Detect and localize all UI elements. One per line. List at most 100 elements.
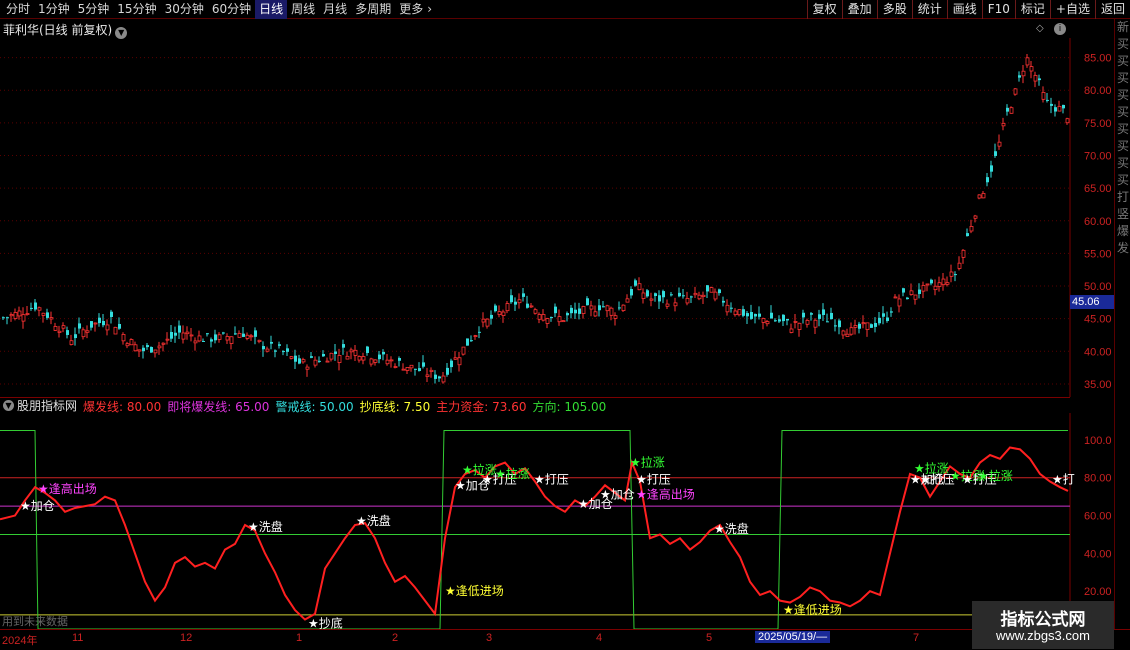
candle bbox=[418, 362, 421, 372]
candle bbox=[366, 345, 369, 356]
signal-label: ★洗盘 bbox=[714, 521, 749, 536]
candle bbox=[337, 348, 342, 371]
candle bbox=[165, 332, 170, 345]
period-tab-3[interactable]: 15分钟 bbox=[113, 0, 160, 19]
date-label: 12 bbox=[180, 632, 193, 644]
candle bbox=[886, 311, 889, 323]
candle bbox=[242, 326, 245, 338]
tool-button-8[interactable]: 返回 bbox=[1094, 0, 1130, 19]
candle bbox=[598, 298, 601, 317]
signal-label: ★打压 bbox=[636, 473, 671, 487]
candle bbox=[197, 330, 202, 343]
candle bbox=[701, 291, 706, 304]
indicator-param-4: 主力资金: 73.60 bbox=[436, 400, 527, 414]
tool-button-7[interactable]: +自选 bbox=[1049, 0, 1095, 19]
candlestick-chart[interactable]: 85.00 80.00 75.00 70.00 65.00 60.00 55.00 50.00… bbox=[0, 38, 1114, 397]
candle bbox=[13, 308, 18, 321]
tool-button-4[interactable]: 画线 bbox=[946, 0, 982, 19]
tool-button-3[interactable]: 统计 bbox=[911, 0, 947, 19]
candle bbox=[137, 349, 142, 357]
tool-button-0[interactable]: 复权 bbox=[806, 0, 842, 19]
candle bbox=[161, 342, 166, 352]
period-tab-1[interactable]: 1分钟 bbox=[34, 0, 74, 19]
candle bbox=[882, 306, 885, 325]
indicator-chart[interactable]: 100.080.0060.0040.0020.00★加仓★逢高出场★洗盘 ★洗盘★… bbox=[0, 413, 1114, 629]
candle bbox=[69, 334, 74, 346]
candle bbox=[202, 338, 205, 342]
chart-title-text: 菲利华(日线 前复权) bbox=[3, 23, 113, 37]
candle bbox=[697, 291, 702, 301]
candle bbox=[349, 347, 354, 360]
tool-button-2[interactable]: 多股 bbox=[876, 0, 912, 19]
candle bbox=[514, 297, 517, 312]
candle bbox=[969, 219, 974, 234]
candle bbox=[414, 368, 417, 376]
side-panel-strip[interactable]: 新买买买买买买买买买打竖爆发 bbox=[1114, 19, 1130, 397]
candle bbox=[225, 333, 230, 345]
candle bbox=[214, 329, 217, 344]
candle bbox=[665, 299, 670, 309]
candle bbox=[945, 276, 950, 287]
y-tick-label: 75.00 bbox=[1084, 118, 1112, 130]
candle bbox=[17, 306, 22, 320]
candle bbox=[189, 328, 194, 342]
candle bbox=[682, 289, 685, 299]
candle bbox=[181, 325, 186, 344]
chevron-right-icon[interactable]: › bbox=[427, 0, 436, 19]
info-icon[interactable]: i bbox=[1054, 23, 1066, 35]
candle bbox=[41, 312, 46, 323]
candle bbox=[481, 312, 486, 328]
candle bbox=[46, 308, 49, 320]
period-tab-8[interactable]: 月线 bbox=[319, 0, 351, 19]
candle bbox=[789, 323, 794, 334]
candle bbox=[786, 318, 789, 326]
candle bbox=[649, 292, 654, 307]
candle bbox=[274, 349, 277, 358]
period-tab-6[interactable]: 日线 bbox=[255, 0, 288, 19]
indicator-name[interactable]: 股朋指标网 bbox=[17, 397, 77, 414]
candle bbox=[693, 286, 698, 299]
candle bbox=[353, 344, 358, 361]
candle bbox=[870, 323, 873, 328]
period-tab-9[interactable]: 多周期 bbox=[351, 0, 395, 19]
tool-button-1[interactable]: 叠加 bbox=[841, 0, 877, 19]
period-tab-4[interactable]: 30分钟 bbox=[161, 0, 208, 19]
candle bbox=[654, 292, 657, 302]
period-tabs: 分时 1分钟 5分钟 15分钟 30分钟 60分钟 日线 周线 月线 多周期 更多 › bbox=[0, 0, 436, 19]
period-tab-2[interactable]: 5分钟 bbox=[74, 0, 114, 19]
tool-button-6[interactable]: 标记 bbox=[1014, 0, 1050, 19]
candle bbox=[373, 359, 378, 366]
candle bbox=[110, 309, 113, 324]
candle bbox=[853, 319, 858, 335]
candle bbox=[1041, 86, 1046, 103]
candle bbox=[621, 304, 626, 312]
side-panel-char: 买 bbox=[1116, 37, 1129, 51]
candle bbox=[961, 248, 966, 264]
candle bbox=[153, 349, 158, 358]
period-tab-10[interactable]: 更多 bbox=[395, 0, 427, 19]
candle bbox=[770, 305, 773, 319]
candle bbox=[1062, 104, 1065, 114]
candle bbox=[429, 367, 434, 378]
date-label: 4 bbox=[596, 632, 603, 644]
candle bbox=[461, 346, 466, 356]
candle bbox=[541, 309, 546, 322]
tool-button-5[interactable]: F10 bbox=[981, 0, 1015, 19]
candle bbox=[9, 312, 14, 322]
period-tab-5[interactable]: 60分钟 bbox=[208, 0, 255, 19]
candle bbox=[609, 306, 614, 321]
side-panel-char: 打 bbox=[1116, 190, 1129, 204]
diamond-icon[interactable]: ◇ bbox=[1036, 23, 1044, 34]
candle bbox=[954, 271, 957, 282]
collapse-icon[interactable]: ▼ bbox=[3, 400, 14, 411]
period-tab-7[interactable]: 周线 bbox=[287, 0, 319, 19]
candle bbox=[378, 350, 381, 364]
candle bbox=[782, 314, 785, 327]
candle bbox=[550, 316, 553, 322]
candle bbox=[494, 303, 497, 313]
period-tab-0[interactable]: 分时 bbox=[2, 0, 34, 19]
candle bbox=[1057, 100, 1062, 112]
candle bbox=[545, 317, 550, 329]
candle bbox=[510, 289, 513, 304]
side-panel-char: 买 bbox=[1116, 173, 1129, 187]
